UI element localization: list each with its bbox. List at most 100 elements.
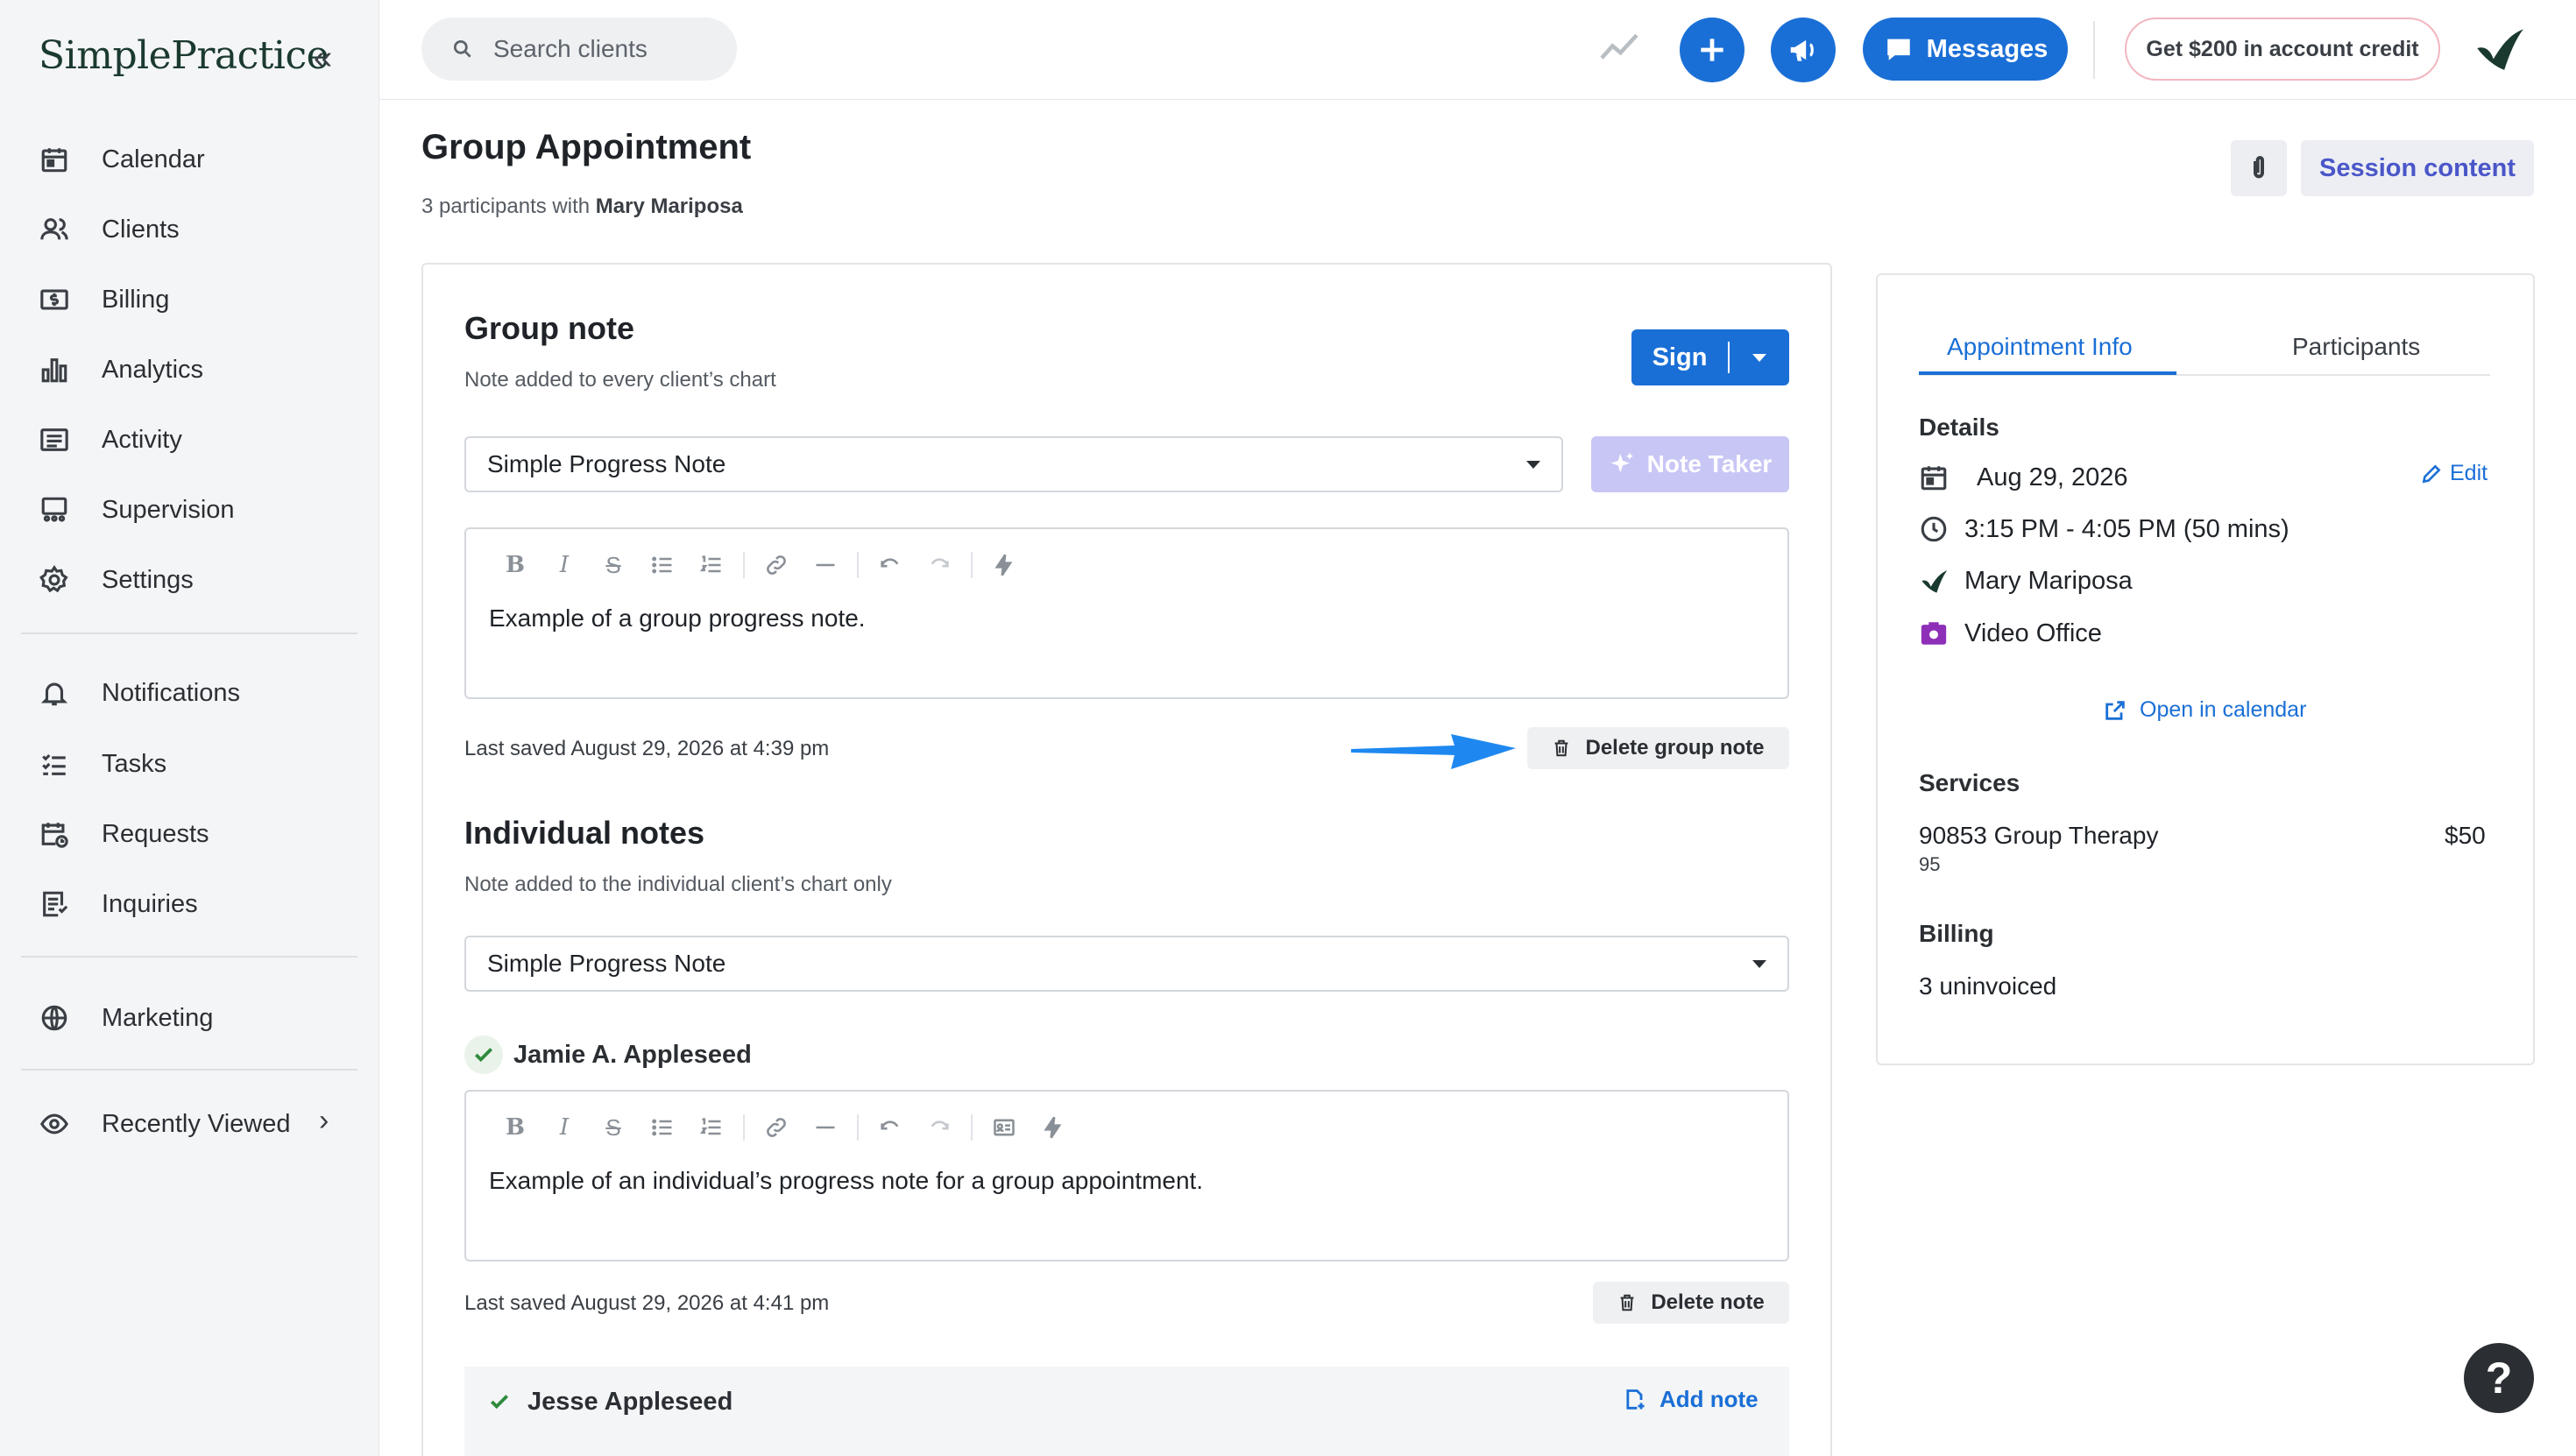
- sidebar-divider: [21, 633, 357, 634]
- editor-toolbar: B I S: [491, 1111, 1078, 1144]
- toolbar-separator: [971, 1114, 973, 1141]
- edit-appointment-link[interactable]: Edit: [2420, 461, 2488, 486]
- sidebar-item-billing[interactable]: Billing: [39, 273, 354, 326]
- announcements-button[interactable]: [1771, 18, 1836, 82]
- group-note-subtitle: Note added to every client’s chart: [464, 368, 776, 392]
- link-icon[interactable]: [752, 548, 801, 582]
- add-note-button[interactable]: Add note: [1623, 1386, 1759, 1413]
- add-note-icon: [1626, 1389, 1645, 1410]
- logo[interactable]: SimplePractice: [39, 33, 329, 78]
- italic-icon[interactable]: I: [540, 1111, 589, 1144]
- session-content-button[interactable]: Session content: [2301, 140, 2534, 196]
- collapse-sidebar-icon[interactable]: «: [314, 40, 332, 75]
- group-note-editor[interactable]: B I S Example of a group progress note.: [464, 527, 1789, 699]
- client-name-jamie: Jamie A. Appleseed: [513, 1041, 752, 1069]
- add-button[interactable]: [1680, 18, 1744, 82]
- sidebar-item-notifications[interactable]: Notifications: [39, 667, 354, 719]
- help-button[interactable]: ?: [2464, 1343, 2534, 1413]
- services-heading: Services: [1919, 769, 2020, 796]
- messages-button[interactable]: Messages: [1863, 18, 2068, 81]
- bullet-list-icon[interactable]: [638, 548, 687, 582]
- trend-icon[interactable]: [1599, 30, 1639, 69]
- individual-note-template-select[interactable]: Simple Progress Note: [464, 936, 1789, 992]
- analytics-icon: [39, 354, 70, 385]
- group-note-title: Group note: [464, 310, 634, 346]
- clients-icon: [39, 214, 70, 245]
- open-in-calendar-link[interactable]: Open in calendar: [2103, 697, 2306, 723]
- tab-participants[interactable]: Participants: [2292, 333, 2420, 361]
- undo-icon[interactable]: [866, 548, 915, 582]
- undo-icon[interactable]: [866, 1111, 915, 1144]
- chat-icon: [1886, 39, 1910, 60]
- numbered-list-icon[interactable]: [687, 548, 736, 582]
- delete-note-label: Delete note: [1651, 1290, 1765, 1314]
- active-tab-indicator: [1919, 371, 2176, 375]
- sidebar-item-activity[interactable]: Activity: [39, 413, 354, 466]
- date-value: Aug 29, 2026: [1977, 463, 2128, 491]
- group-note-text[interactable]: Example of a group progress note.: [489, 604, 866, 633]
- sidebar-item-analytics[interactable]: Analytics: [39, 343, 354, 396]
- delete-group-note-button[interactable]: Delete group note: [1527, 727, 1789, 769]
- sidebar-item-recently-viewed[interactable]: Recently Viewed: [39, 1098, 354, 1150]
- sidebar-item-settings[interactable]: Settings: [39, 554, 354, 606]
- individual-notes-subtitle: Note added to the individual client’s ch…: [464, 873, 892, 896]
- chevron-right-icon[interactable]: ›: [319, 1104, 329, 1138]
- strikethrough-icon[interactable]: S: [589, 548, 638, 582]
- lightning-icon[interactable]: [980, 548, 1029, 582]
- numbered-list-icon[interactable]: [687, 1111, 736, 1144]
- sidebar-item-requests[interactable]: Requests: [39, 808, 354, 860]
- sidebar: SimplePractice « Calendar Clients Billin…: [0, 0, 379, 1456]
- sidebar-item-label: Clients: [102, 215, 180, 244]
- sidebar-divider: [21, 1069, 357, 1071]
- contact-card-icon[interactable]: [980, 1111, 1029, 1144]
- sidebar-item-calendar[interactable]: Calendar: [39, 133, 354, 186]
- individual-note-editor[interactable]: B I S Example of an individual’s progres…: [464, 1090, 1789, 1262]
- bold-icon[interactable]: B: [491, 548, 540, 582]
- group-note-last-saved: Last saved August 29, 2026 at 4:39 pm: [464, 737, 830, 760]
- lightning-icon[interactable]: [1029, 1111, 1078, 1144]
- redo-icon[interactable]: [915, 1111, 964, 1144]
- link-icon[interactable]: [752, 1111, 801, 1144]
- appointment-date: Aug 29, 2026: [1919, 463, 2128, 492]
- account-menu-icon[interactable]: [2472, 23, 2526, 78]
- strikethrough-icon[interactable]: S: [589, 1111, 638, 1144]
- sidebar-item-label: Settings: [102, 565, 194, 594]
- sidebar-item-clients[interactable]: Clients: [39, 203, 354, 256]
- sparkle-icon: [1610, 452, 1633, 473]
- bold-icon[interactable]: B: [491, 1111, 540, 1144]
- check-icon: [480, 1382, 519, 1421]
- chevron-down-icon: [1752, 959, 1766, 968]
- sidebar-item-label: Requests: [102, 819, 209, 848]
- sign-dropdown-icon[interactable]: [1730, 353, 1789, 362]
- time-value: 3:15 PM - 4:05 PM (50 mins): [1964, 514, 2289, 543]
- attach-button[interactable]: [2231, 140, 2287, 196]
- bell-icon: [39, 677, 70, 709]
- note-taker-button[interactable]: Note Taker: [1591, 436, 1789, 492]
- requests-icon: [39, 818, 70, 850]
- redo-icon[interactable]: [915, 548, 964, 582]
- individual-note-text[interactable]: Example of an individual’s progress note…: [489, 1167, 1203, 1195]
- search-input[interactable]: Search clients: [421, 18, 737, 81]
- search-icon: [453, 39, 471, 58]
- bullet-list-icon[interactable]: [638, 1111, 687, 1144]
- activity-icon: [39, 424, 70, 456]
- location-value: Video Office: [1964, 618, 2102, 647]
- sign-button[interactable]: Sign: [1631, 329, 1789, 385]
- messages-label: Messages: [1926, 34, 2049, 63]
- delete-note-button[interactable]: Delete note: [1593, 1282, 1789, 1324]
- group-note-template-select[interactable]: Simple Progress Note: [464, 436, 1563, 492]
- horizontal-rule-icon[interactable]: [801, 548, 850, 582]
- sidebar-item-tasks[interactable]: Tasks: [39, 738, 354, 790]
- sidebar-item-supervision[interactable]: Supervision: [39, 484, 354, 536]
- italic-icon[interactable]: I: [540, 548, 589, 582]
- sidebar-item-label: Supervision: [102, 495, 235, 524]
- account-credit-button[interactable]: Get $200 in account credit: [2125, 18, 2440, 81]
- sidebar-item-marketing[interactable]: Marketing: [39, 992, 354, 1044]
- toolbar-separator: [743, 1114, 745, 1141]
- sidebar-item-label: Analytics: [102, 355, 204, 384]
- sidebar-item-inquiries[interactable]: Inquiries: [39, 878, 354, 930]
- billing-status: 3 uninvoiced: [1919, 972, 2057, 1000]
- calendar-icon: [1921, 466, 1947, 491]
- tab-appointment-info[interactable]: Appointment Info: [1947, 333, 2133, 361]
- horizontal-rule-icon[interactable]: [801, 1111, 850, 1144]
